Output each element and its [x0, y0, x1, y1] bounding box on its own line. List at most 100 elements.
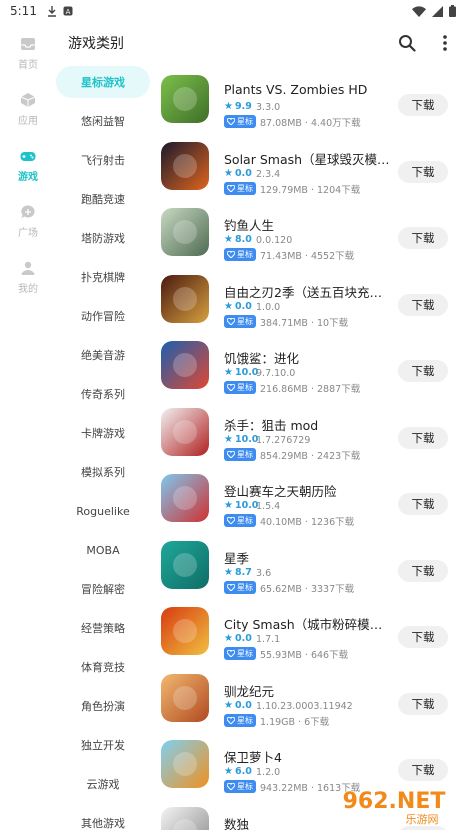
game-row[interactable]: 驯龙纪元 ★ 0.0 1.10.23.0003.11942 星标 1.19GB · 6下载… — [160, 669, 460, 735]
gamepad-icon — [20, 152, 36, 161]
badge-label: 星标 — [237, 582, 253, 592]
game-size-downloads: 87.08MB · 4.40万下载 — [260, 118, 361, 129]
category-item[interactable]: 经营策略 — [56, 612, 150, 644]
game-version: 0.0.120 — [256, 235, 293, 246]
download-button[interactable]: 下载 — [398, 426, 448, 449]
game-version: 9.7.10.0 — [256, 368, 296, 379]
category-item[interactable]: 扑克棋牌 — [56, 261, 150, 293]
category-item[interactable]: 绝美音游 — [56, 339, 150, 371]
status-bar: 5:11 A — [0, 0, 466, 22]
star-badge: 星标 — [224, 514, 256, 527]
game-name: 登山赛车之天朝历险 — [224, 484, 337, 499]
heart-icon — [227, 650, 235, 657]
category-item[interactable]: 模拟系列 — [56, 456, 150, 488]
category-item[interactable]: 独立开发 — [56, 729, 150, 761]
status-time: 5:11 — [10, 4, 37, 18]
nav-item-label: 应用 — [18, 116, 38, 127]
category-item[interactable]: 星标游戏 — [56, 66, 150, 98]
rating-value: 0.0 — [234, 699, 252, 711]
search-icon[interactable] — [398, 34, 416, 52]
rating-value: 6.0 — [234, 766, 252, 777]
game-row[interactable]: 钓鱼人生 ★ 8.0 0.0.120 星标 71.43MB · 4552下载 下载 — [160, 203, 460, 269]
game-icon — [161, 75, 209, 123]
game-row[interactable]: 杀手：狙击 mod ★ 10.0 1.7.276729 星标 854.29MB · 242… — [160, 403, 460, 469]
category-item[interactable]: 跑酷竞速 — [56, 183, 150, 215]
badge-label: 星标 — [237, 183, 253, 193]
badge-label: 星标 — [237, 383, 253, 392]
star-badge: 星标 — [224, 115, 256, 128]
category-item[interactable]: 冒险解密 — [56, 573, 150, 605]
more-options-icon[interactable] — [442, 33, 448, 53]
game-row[interactable]: 饥饿鲨：进化 ★ 10.0 9.7.10.0 星标 216.86MB · 2887下载 下载 — [160, 336, 460, 402]
star-badge: 星标 — [224, 181, 256, 195]
category-item[interactable]: 角色扮演 — [56, 690, 150, 722]
category-item[interactable]: 体育竞技 — [56, 651, 150, 683]
heart-icon — [227, 118, 235, 125]
game-name: 钓鱼人生 — [224, 218, 275, 233]
badge-label: 星标 — [237, 649, 253, 658]
game-name: 饥饿鲨：进化 — [224, 351, 300, 366]
game-row[interactable]: 登山赛车之天朝历险 ★ 10.0 1.5.4 星标 40.10MB · 1236下载 下载 — [160, 469, 460, 535]
download-button[interactable]: 下载 — [398, 692, 448, 715]
game-row[interactable]: Solar Smash（星球毁灭模拟器）★0.0 2.3.4星标 129.79MB … — [160, 137, 460, 203]
game-version: 1.7.276729 — [256, 434, 311, 446]
game-rating: ★ 0.0 — [224, 301, 252, 312]
game-size-downloads: 40.10MB · 1236下载 — [260, 517, 355, 528]
badge-label: 星标 — [237, 250, 253, 259]
category-item[interactable]: 飞行射击 — [56, 144, 150, 176]
category-item[interactable]: Roguelike — [56, 495, 150, 527]
game-row[interactable]: 自由之刃2季（送五百块充值卡） ★ 0.0 1.0.0 星标 384.71MB · 10下… — [160, 270, 460, 336]
download-button[interactable]: 下载 — [398, 94, 448, 116]
game-rating: ★ 10.0 — [224, 367, 258, 378]
game-size-downloads: 71.43MB · 4552下载 — [260, 251, 355, 262]
badge-label: 星标 — [237, 449, 253, 459]
nav-item-label: 首页 — [18, 60, 38, 71]
category-item[interactable]: 其他游戏 — [56, 807, 150, 830]
category-item[interactable]: 卡牌游戏 — [56, 417, 150, 449]
game-size-downloads: 1.19GB · 6下载 — [260, 716, 330, 728]
game-row[interactable]: 星季 ★ 8.7 3.6 星标 65.62MB · 3337下载 下载 — [160, 536, 460, 602]
star-icon: ★ — [224, 699, 233, 711]
game-row[interactable]: Plants VS. Zombies HD ★ 9.9 3.3.0 星标 87.08MB … — [160, 70, 460, 136]
download-button[interactable]: 下载 — [398, 759, 448, 781]
category-item[interactable]: 云游戏 — [56, 768, 150, 800]
inbox-icon — [21, 38, 35, 50]
download-button[interactable]: 下载 — [398, 626, 448, 648]
category-item[interactable]: 悠闲益智 — [56, 105, 150, 137]
game-rating: ★ 0.0 — [224, 633, 252, 644]
download-button[interactable]: 下载 — [398, 360, 448, 382]
bottom-nav-rail: 首页应用游戏广场我的 — [0, 22, 56, 830]
game-list: Plants VS. Zombies HD ★ 9.9 3.3.0 星标 87.08MB … — [160, 64, 466, 830]
heart-icon — [227, 583, 235, 591]
download-button[interactable]: 下载 — [398, 227, 448, 249]
category-item[interactable]: 动作冒险 — [56, 300, 150, 332]
heart-icon — [227, 783, 235, 790]
rating-value: 8.7 — [234, 566, 252, 578]
download-button[interactable]: 下载 — [398, 160, 448, 183]
star-badge: 星标 — [224, 780, 256, 793]
badge-label: 星标 — [237, 316, 253, 326]
nav-item-0[interactable]: 首页 — [0, 36, 56, 86]
category-item[interactable]: 传奇系列 — [56, 378, 150, 410]
download-button[interactable]: 下载 — [398, 293, 448, 316]
download-button[interactable]: 下载 — [398, 559, 448, 582]
category-list: 星标游戏悠闲益智飞行射击跑酷竞速塔防游戏扑克棋牌动作冒险绝美音游传奇系列卡牌游戏… — [56, 64, 150, 830]
game-icon — [161, 208, 209, 256]
game-row[interactable]: City Smash（城市粉碎模拟器） ★ 0.0 1.7.1 星标 55.93MB · … — [160, 602, 460, 668]
nav-item-2[interactable]: 游戏 — [0, 148, 56, 198]
game-icon — [161, 540, 209, 589]
download-button[interactable]: 下载 — [398, 825, 448, 830]
game-version: 1.2.0 — [256, 767, 281, 778]
nav-item-3[interactable]: 广场 — [0, 204, 56, 254]
category-item[interactable]: 塔防游戏 — [56, 222, 150, 254]
game-size-downloads: 55.93MB · 646下载 — [260, 650, 349, 661]
download-button[interactable]: 下载 — [398, 493, 448, 515]
category-item[interactable]: MOBA — [56, 534, 150, 566]
star-badge: 星标 — [224, 447, 256, 461]
game-version: 3.3.0 — [256, 102, 281, 113]
game-size-downloads: 129.79MB · 1204下载 — [260, 184, 361, 196]
nav-item-1[interactable]: 应用 — [0, 92, 56, 142]
game-icon — [161, 607, 209, 655]
nav-item-4[interactable]: 我的 — [0, 260, 56, 310]
heart-icon — [227, 450, 235, 458]
